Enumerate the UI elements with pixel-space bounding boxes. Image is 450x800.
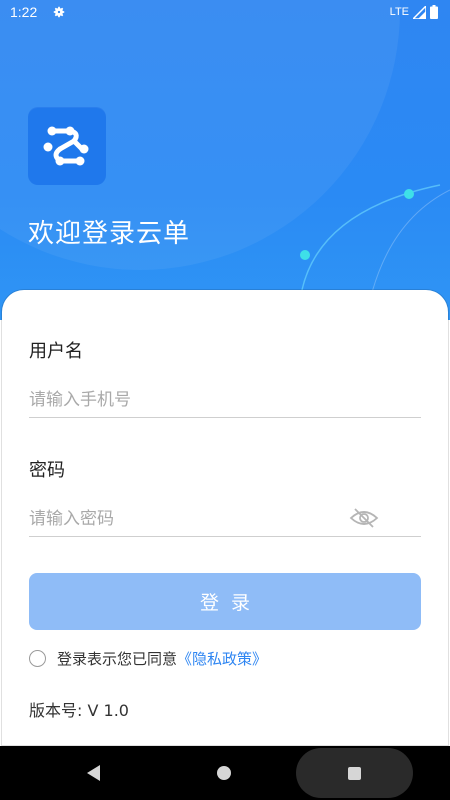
password-label: 密码 [29,460,65,481]
login-button[interactable]: 登录 [29,573,421,630]
agreement-checkbox[interactable] [29,650,46,667]
agreement-text: 登录表示您已同意 [57,650,178,668]
status-time: 1:22 [10,4,38,20]
back-icon[interactable] [87,765,101,781]
eye-off-icon[interactable] [349,507,379,529]
status-bar: 1:22 LTE [0,0,450,26]
navigation-bar [0,746,450,800]
network-type: LTE [389,6,409,18]
version-text: 版本号: V 1.0 [29,701,129,720]
battery-icon [430,5,438,19]
gear-icon [53,6,65,18]
app-logo-icon [43,126,89,166]
app-logo [28,107,106,185]
status-indicators: LTE [390,5,438,19]
username-input[interactable] [29,383,421,418]
home-icon[interactable] [217,766,231,780]
header-banner: 1:22 LTE 欢迎登录云单 [0,0,450,320]
privacy-policy-link[interactable]: 《隐私政策》 [177,648,267,669]
signal-icon [413,5,426,19]
page-title: 欢迎登录云单 [28,219,191,249]
recents-icon[interactable] [348,767,361,780]
username-label: 用户名 [29,341,83,362]
agreement-row: 登录表示您已同意 《隐私政策》 [29,648,267,669]
